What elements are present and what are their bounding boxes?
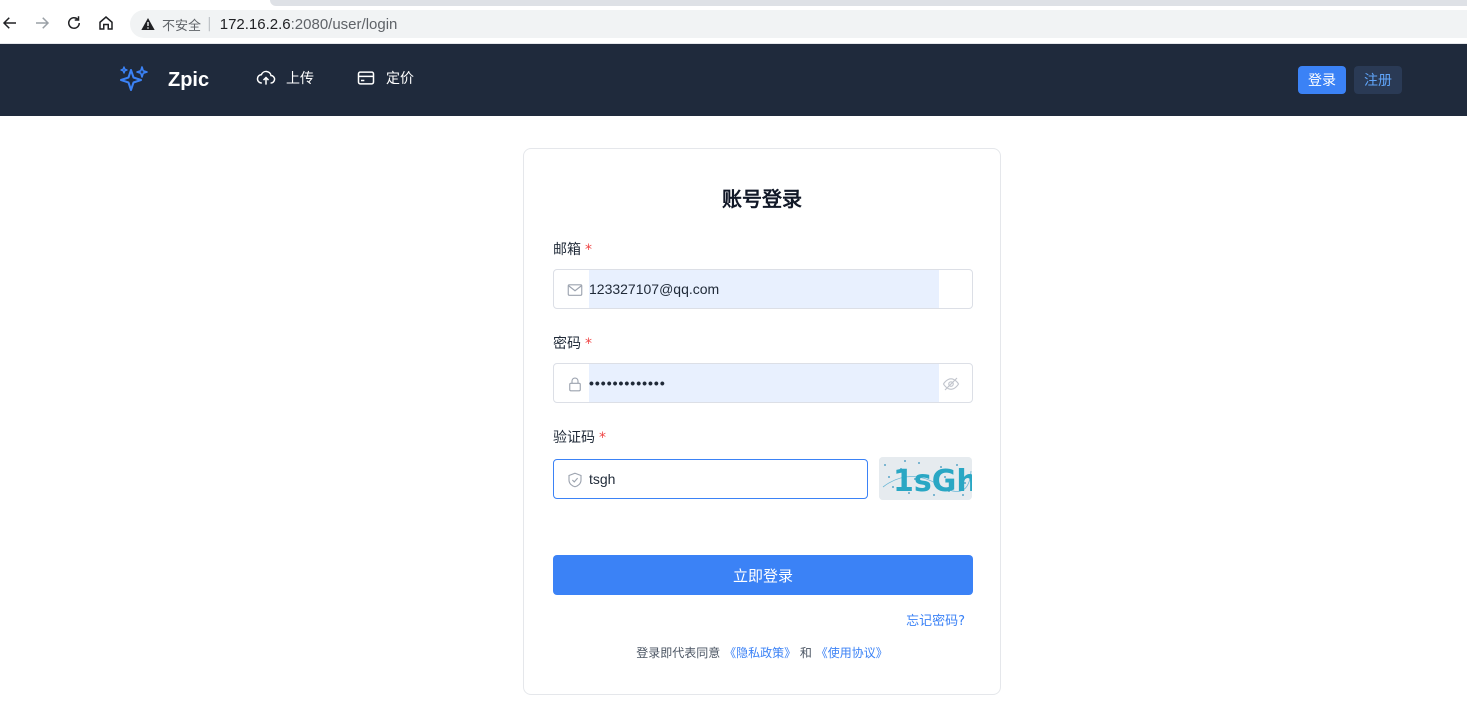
nav-upload-label: 上传 [286,71,314,87]
url-host: 172.16.2.6 [219,15,291,33]
email-label: 邮箱 * [553,239,592,259]
tab-strip [270,0,1467,6]
agreement-and: 和 [799,646,812,660]
required-mark: * [585,336,592,352]
brand-name: Zpic [168,68,210,91]
app-header: Zpic 上传 定价 登录 注册 [0,44,1467,116]
home-icon [99,16,113,30]
sparkles-icon [120,66,148,91]
nav-pricing-label: 定价 [386,71,414,87]
captcha-field[interactable]: tsgh [553,459,868,499]
password-value: ••••••••••••• [589,375,666,391]
agreement-text: 登录即代表同意 《隐私政策》 和 《使用协议》 [524,644,1000,661]
nav-upload[interactable]: 上传 [256,68,314,88]
warning-icon [141,18,155,30]
forgot-password-link[interactable]: 忘记密码? [906,610,965,629]
email-label-text: 邮箱 [553,242,581,258]
address-bar[interactable]: 不安全 | 172.16.2.6:2080/user/login [130,10,1467,38]
header-login-button[interactable]: 登录 [1298,66,1346,94]
password-label-text: 密码 [553,336,581,352]
password-label: 密码 * [553,333,592,353]
nav-pricing[interactable]: 定价 [356,68,414,88]
reload-button[interactable] [64,13,84,33]
captcha-value: tsgh [589,471,616,487]
brand-logo[interactable]: Zpic [118,64,209,96]
login-card: 账号登录 邮箱 * 123327107@qq.com 密码 * ••••••••••… [523,148,1001,695]
arrow-left-icon [2,17,16,29]
agreement-prefix: 登录即代表同意 [636,646,721,660]
terms-of-use-link[interactable]: 《使用协议》 [816,646,888,660]
browser-toolbar: 不安全 | 172.16.2.6:2080/user/login [0,0,1467,44]
eye-off-icon[interactable] [942,375,960,393]
credit-card-icon [357,71,375,85]
reload-icon [68,16,80,29]
required-mark: * [599,430,606,446]
page-title: 账号登录 [722,187,802,211]
insecure-label: 不安全 [162,18,202,34]
omnibox-separator: | [207,16,212,32]
captcha-graphic: 1sGh [879,457,972,500]
required-mark: * [585,242,592,258]
mail-icon [567,284,583,296]
captcha-image[interactable]: 1sGh [879,457,972,500]
email-field[interactable]: 123327107@qq.com [553,269,973,309]
privacy-policy-link[interactable]: 《隐私政策》 [724,646,796,660]
cloud-upload-icon [256,70,276,85]
back-button[interactable] [0,13,20,33]
login-submit-button[interactable]: 立即登录 [553,555,973,595]
password-field[interactable]: ••••••••••••• [553,363,973,403]
home-button[interactable] [96,13,116,33]
url-path: :2080/user/login [290,15,398,33]
email-value: 123327107@qq.com [589,281,720,297]
arrow-right-icon [36,17,50,29]
lock-icon [569,377,581,392]
forward-button[interactable] [32,13,52,33]
header-register-button[interactable]: 注册 [1354,66,1402,94]
captcha-label-text: 验证码 [553,430,595,446]
captcha-text: 1sGh [893,464,972,499]
shield-icon [568,472,582,488]
captcha-label: 验证码 * [553,427,606,447]
